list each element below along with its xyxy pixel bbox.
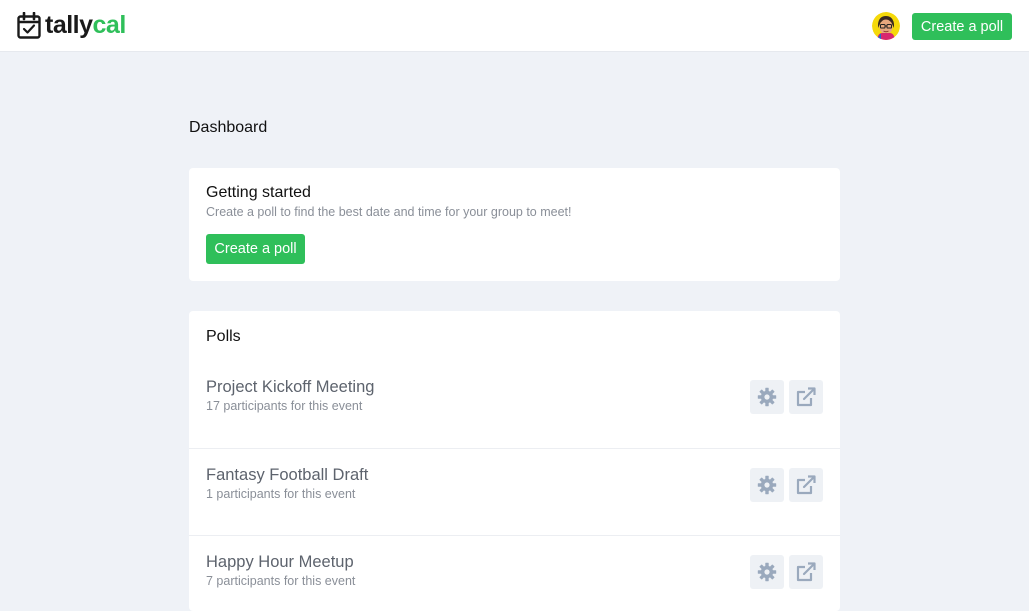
poll-open-button[interactable] [789, 555, 823, 589]
poll-participants: 17 participants for this event [206, 399, 363, 413]
gear-icon [757, 562, 777, 582]
avatar-illustration-icon [872, 12, 900, 40]
poll-list-item[interactable]: Project Kickoff Meeting 17 participants … [189, 378, 840, 449]
poll-name[interactable]: Happy Hour Meetup [206, 553, 354, 572]
poll-list-item[interactable]: Happy Hour Meetup 7 participants for thi… [189, 553, 840, 611]
user-avatar[interactable] [872, 12, 900, 40]
gear-icon [757, 475, 777, 495]
external-link-icon [796, 475, 816, 495]
poll-participants: 1 participants for this event [206, 487, 356, 501]
logo-text-cal: cal [92, 11, 127, 39]
poll-list-item[interactable]: Fantasy Football Draft 1 participants fo… [189, 466, 840, 536]
polls-card: Polls Project Kickoff Meeting 17 partici… [189, 311, 840, 611]
polls-title: Polls [206, 328, 241, 345]
poll-open-button[interactable] [789, 380, 823, 414]
logo-text-tally: tally [45, 11, 93, 39]
logo[interactable]: tallycal [17, 11, 126, 39]
poll-name[interactable]: Project Kickoff Meeting [206, 378, 374, 397]
poll-settings-button[interactable] [750, 468, 784, 502]
poll-name[interactable]: Fantasy Football Draft [206, 466, 368, 485]
poll-open-button[interactable] [789, 468, 823, 502]
external-link-icon [796, 387, 816, 407]
poll-participants: 7 participants for this event [206, 574, 356, 588]
getting-started-description: Create a poll to find the best date and … [206, 205, 572, 219]
calendar-check-icon [17, 11, 41, 39]
external-link-icon [796, 562, 816, 582]
poll-settings-button[interactable] [750, 555, 784, 589]
create-poll-button[interactable]: Create a poll [206, 234, 305, 264]
header-create-poll-button[interactable]: Create a poll [912, 13, 1012, 40]
top-navbar: tallycal Create a poll [0, 0, 1029, 52]
page-title: Dashboard [189, 119, 268, 136]
poll-settings-button[interactable] [750, 380, 784, 414]
logo-text: tallycal [45, 11, 126, 39]
getting-started-title: Getting started [206, 184, 311, 201]
gear-icon [757, 387, 777, 407]
getting-started-card: Getting started Create a poll to find th… [189, 168, 840, 281]
